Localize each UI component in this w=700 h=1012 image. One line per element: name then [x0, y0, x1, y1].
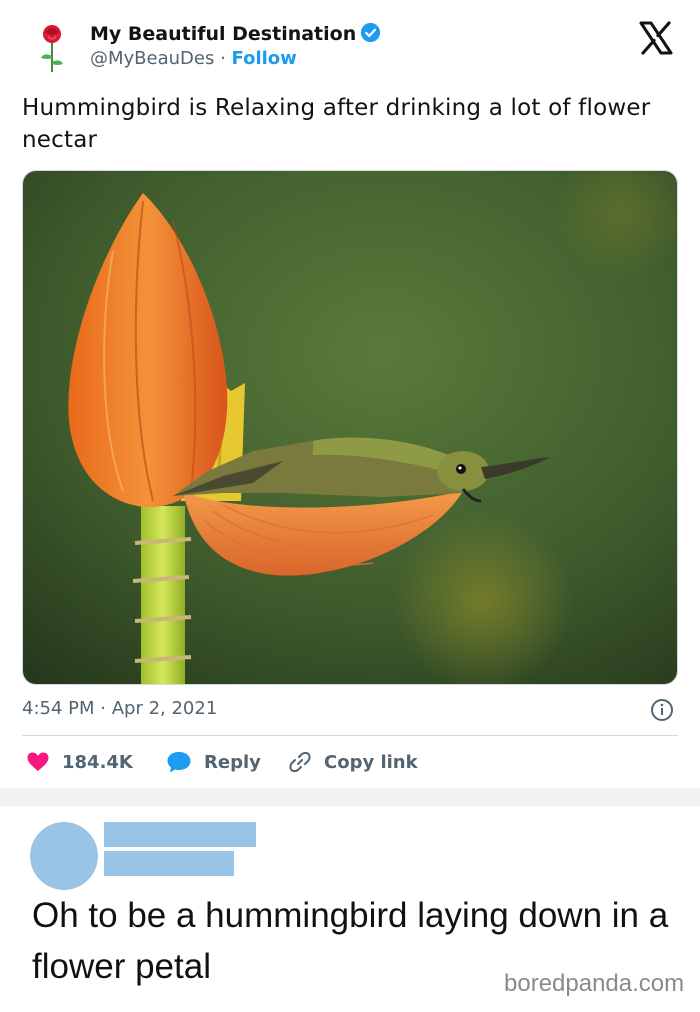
copy-link-label: Copy link [324, 751, 418, 773]
display-name[interactable]: My Beautiful Destination [90, 23, 356, 45]
account-name[interactable]: My Beautiful Destination [90, 22, 381, 45]
hummingbird-photo [23, 171, 677, 684]
redacted-handle-bar [104, 851, 234, 876]
tweet-date[interactable]: Apr 2, 2021 [112, 698, 218, 719]
tweet-timestamp[interactable]: 4:54 PM · Apr 2, 2021 [22, 698, 217, 719]
tweet-time[interactable]: 4:54 PM [22, 698, 95, 719]
reply-bubble-icon [167, 752, 191, 773]
separator-band [0, 788, 700, 806]
redacted-avatar [30, 822, 98, 890]
account-handle[interactable]: @MyBeauDes [90, 48, 214, 69]
rose-avatar-icon[interactable] [34, 20, 70, 74]
like-count: 184.4K [62, 751, 133, 773]
heart-icon [27, 752, 49, 771]
watermark: boredpanda.com [504, 970, 685, 997]
divider [22, 735, 678, 736]
like-button[interactable]: 184.4K [26, 748, 133, 776]
handle-separator: · [214, 48, 232, 69]
follow-button[interactable]: Follow [232, 48, 297, 69]
copy-link-button[interactable]: Copy link [288, 748, 418, 776]
link-icon [289, 751, 311, 773]
reply-button[interactable]: Reply [166, 748, 261, 776]
x-logo-icon[interactable] [636, 18, 676, 58]
timestamp-separator: · [94, 698, 112, 719]
tweet-card: My Beautiful Destination @MyBeauDes · Fo… [0, 0, 700, 788]
handle-line: @MyBeauDes · Follow [90, 48, 297, 69]
verified-badge-icon [361, 22, 381, 43]
tweet-photo[interactable] [22, 170, 678, 685]
tweet-text: Hummingbird is Relaxing after drinking a… [22, 95, 651, 153]
redacted-name-bar [104, 822, 256, 847]
comment-card: Oh to be a hummingbird laying down in a … [0, 806, 700, 1012]
reply-label: Reply [204, 751, 261, 773]
action-bar: 184.4K Reply Copy link [22, 748, 678, 776]
info-icon[interactable] [650, 698, 674, 722]
